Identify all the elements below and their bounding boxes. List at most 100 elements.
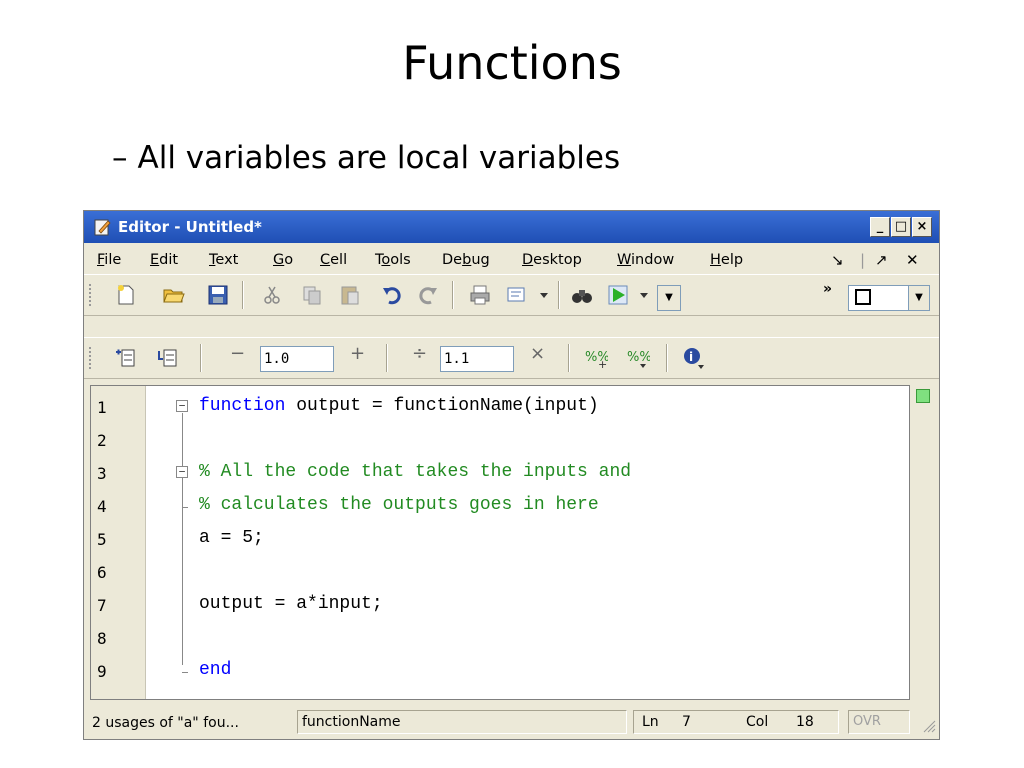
code-line-7: output = a*input;	[199, 594, 383, 614]
fold-toggle-icon[interactable]: −	[176, 400, 188, 412]
menu-close-icon[interactable]: ✕	[906, 251, 919, 269]
status-bar: 2 usages of "a" fou... functionName Ln 7…	[84, 705, 939, 739]
evaluate-cell-icon[interactable]: %%+	[584, 346, 608, 370]
line-number: 1	[97, 398, 107, 417]
line-number: 4	[97, 497, 107, 516]
chevron-down-icon: ▼	[908, 286, 929, 310]
new-file-icon[interactable]	[114, 283, 138, 307]
line-number: 5	[97, 530, 107, 549]
multiplier-value-input[interactable]: 1.1	[440, 346, 514, 372]
info-icon[interactable]: i	[682, 346, 706, 370]
redo-icon[interactable]	[416, 283, 440, 307]
code-line-5: a = 5;	[199, 528, 264, 548]
layout-dropdown[interactable]: ▼	[848, 285, 930, 311]
editor-app-icon	[94, 219, 111, 236]
status-cursor-position: Ln 7 Col 18	[633, 710, 839, 734]
overwrite-indicator: OVR	[848, 710, 910, 734]
menu-edit[interactable]: Edit	[150, 252, 178, 268]
layout-square-icon	[855, 289, 871, 305]
bullet-dash: –	[112, 140, 128, 176]
find-binoculars-icon[interactable]	[570, 283, 594, 307]
save-icon[interactable]	[206, 283, 230, 307]
increment-button[interactable]: +	[350, 343, 365, 369]
window-title: Editor - Untitled*	[118, 218, 262, 236]
line-number-gutter: 1 2 3 4 5 6 7 8 9	[91, 386, 146, 699]
comment-icon[interactable]	[504, 283, 528, 307]
fold-end-tick	[182, 672, 188, 673]
menu-cell[interactable]: Cell	[320, 252, 347, 268]
print-icon[interactable]	[468, 283, 492, 307]
code-editor[interactable]: 1 2 3 4 5 6 7 8 9 − − function output = …	[90, 385, 910, 700]
divide-button[interactable]: ÷	[412, 343, 427, 369]
menu-help[interactable]: Help	[710, 252, 743, 268]
dock-icon[interactable]: ↗	[875, 251, 888, 269]
title-bar[interactable]: Editor - Untitled* _ □ ×	[84, 211, 939, 243]
ln-value: 7	[682, 714, 691, 730]
toolbar-grip[interactable]	[89, 347, 94, 369]
menu-file[interactable]: File	[97, 252, 121, 268]
menu-bar: File Edit Text Go Cell Tools Debug Deskt…	[84, 247, 939, 273]
code-line-9: end	[199, 660, 232, 680]
chevron-down-icon[interactable]	[632, 283, 656, 307]
toolbar-grip[interactable]	[89, 284, 94, 306]
multiply-button[interactable]: ×	[530, 343, 545, 369]
maximize-button[interactable]: □	[891, 217, 911, 237]
overflow-chevron-icon[interactable]: »	[823, 281, 832, 297]
line-number: 2	[97, 431, 107, 450]
fold-guide	[182, 413, 183, 665]
code-line-4: % calculates the outputs goes in here	[199, 495, 599, 515]
copy-icon[interactable]	[300, 283, 324, 307]
status-message: 2 usages of "a" fou...	[92, 715, 239, 731]
decrement-value-input[interactable]: 1.0	[260, 346, 334, 372]
menu-debug[interactable]: Debug	[442, 252, 490, 268]
menu-desktop[interactable]: Desktop	[522, 252, 582, 268]
paste-icon[interactable]	[338, 283, 362, 307]
chevron-down-icon[interactable]	[532, 283, 556, 307]
line-number: 9	[97, 662, 107, 681]
toolbar-separator	[558, 281, 560, 309]
code-line-1: function output = functionName(input)	[199, 396, 599, 416]
chevron-down-icon: ▼	[658, 286, 680, 310]
svg-text:i: i	[689, 350, 693, 364]
stack-dropdown[interactable]: ▼	[657, 285, 681, 311]
code-analyzer-status-indicator[interactable]	[916, 389, 930, 403]
menu-tools[interactable]: Tools	[375, 252, 411, 268]
svg-text:%%: %%	[627, 350, 650, 365]
editor-window: Editor - Untitled* _ □ × File Edit Text …	[83, 210, 940, 740]
col-value: 18	[796, 714, 814, 730]
cut-icon[interactable]	[260, 283, 284, 307]
col-label: Col	[746, 714, 769, 730]
fold-toggle-icon[interactable]: −	[176, 466, 188, 478]
toolbar-separator	[568, 344, 570, 372]
decrement-button[interactable]: −	[230, 343, 245, 369]
menu-separator: |	[860, 251, 866, 269]
bullet-text: All variables are local variables	[137, 140, 621, 176]
minimize-button[interactable]: _	[870, 217, 890, 237]
fold-end-tick	[182, 507, 188, 508]
insert-cell-divider-icon[interactable]	[114, 346, 138, 370]
keyword-function: function	[199, 396, 286, 416]
menu-text[interactable]: Text	[209, 252, 238, 268]
open-folder-icon[interactable]	[162, 283, 186, 307]
toolbar-separator	[200, 344, 202, 372]
menu-go[interactable]: Go	[273, 252, 293, 268]
svg-text:+: +	[598, 358, 607, 370]
toolbar-separator	[666, 344, 668, 372]
toolbar-separator	[386, 344, 388, 372]
insert-text-markup-icon[interactable]	[156, 346, 180, 370]
resize-grip-icon[interactable]	[920, 717, 936, 733]
slide-title: Functions	[402, 36, 622, 90]
line-number: 3	[97, 464, 107, 483]
toolbar-separator	[242, 281, 244, 309]
menu-window[interactable]: Window	[617, 252, 674, 268]
cell-toolbar: − 1.0 + ÷ 1.1 × %% + %% i	[84, 337, 939, 379]
undock-icon[interactable]: ↘	[831, 251, 844, 269]
evaluate-cell-advance-icon[interactable]: %%	[626, 346, 650, 370]
line-number: 8	[97, 629, 107, 648]
undo-icon[interactable]	[380, 283, 404, 307]
close-button[interactable]: ×	[912, 217, 932, 237]
toolbar-separator	[452, 281, 454, 309]
code-line-3: % All the code that takes the inputs and	[199, 462, 632, 482]
run-icon[interactable]	[606, 283, 630, 307]
ln-label: Ln	[642, 714, 659, 730]
